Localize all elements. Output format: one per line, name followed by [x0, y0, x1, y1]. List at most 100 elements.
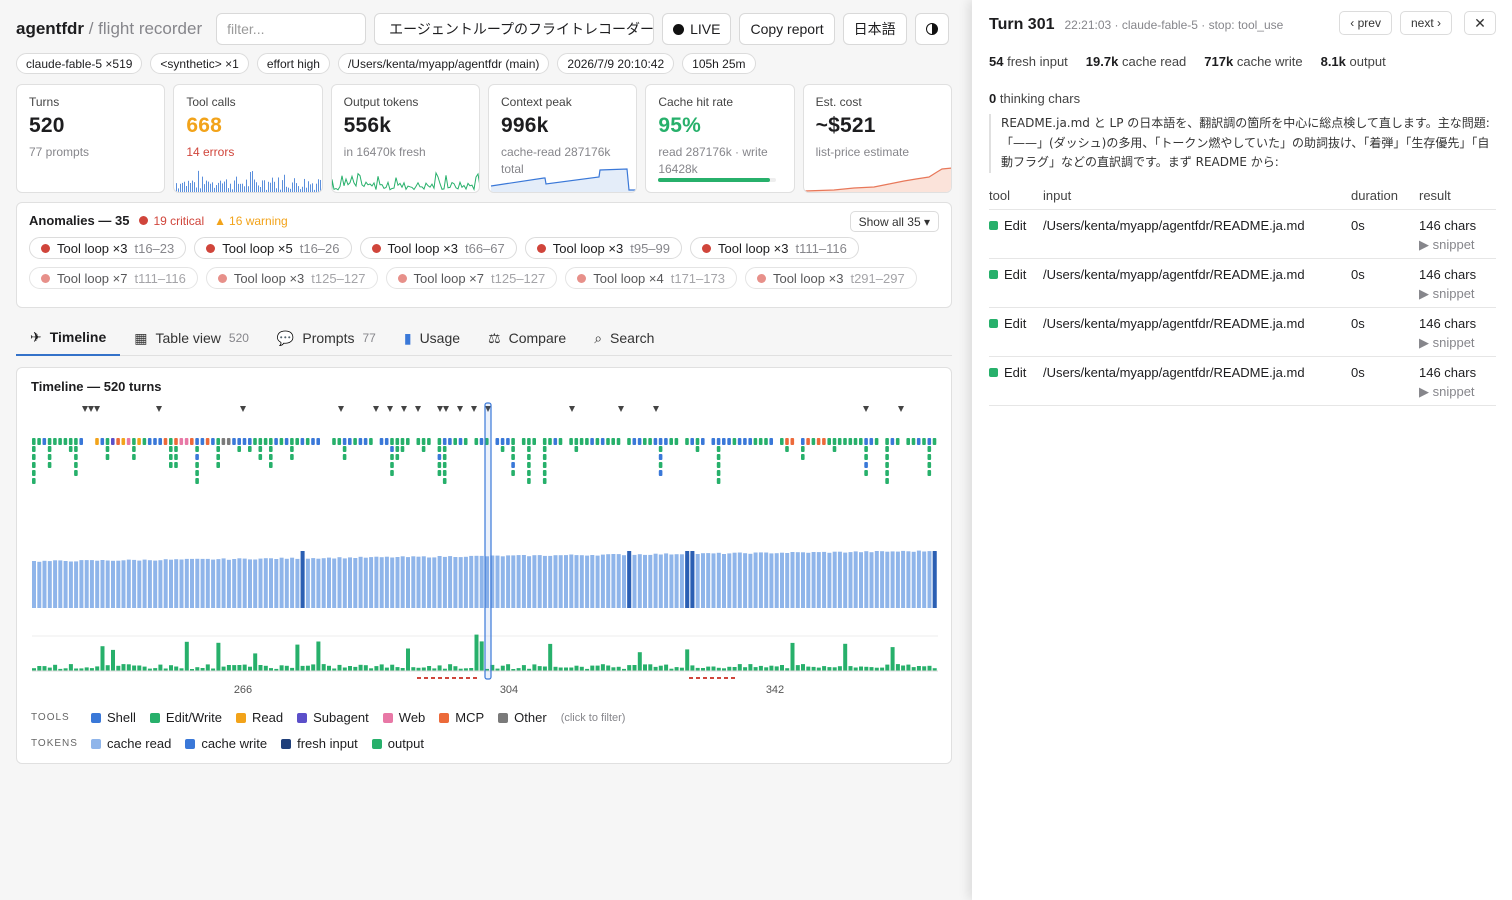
- legend-web[interactable]: Web: [382, 710, 425, 725]
- token-bar: [706, 553, 711, 608]
- tool-call-mark: [843, 438, 847, 445]
- tab-usage[interactable]: ▮ Usage: [390, 320, 474, 356]
- prev-button[interactable]: ‹ prev: [1339, 11, 1392, 35]
- app-title: agentfdr / flight recorder: [16, 19, 202, 39]
- tool-call-mark: [658, 470, 663, 476]
- warning-count: ▲ 16 warning: [214, 214, 288, 228]
- anomaly-chip[interactable]: Tool loop ×3 t125–127: [205, 267, 378, 289]
- token-bar: [137, 560, 142, 608]
- copy-report-label: Copy report: [750, 21, 824, 37]
- live-button[interactable]: LIVE: [662, 13, 732, 45]
- token-bar: [379, 557, 384, 608]
- tool-call-mark: [801, 438, 805, 445]
- snippet-toggle[interactable]: ▶ snippet: [1419, 384, 1496, 400]
- tool-call-mark: [658, 438, 663, 445]
- swatch-icon: [297, 712, 308, 723]
- sparkline-bar: [212, 182, 214, 192]
- table-icon: ▦: [134, 329, 148, 346]
- tab-prompts[interactable]: 💬 Prompts 77: [263, 320, 390, 356]
- marker-icon: [387, 406, 393, 412]
- tool-call-mark: [442, 462, 447, 468]
- anomaly-chip[interactable]: Tool loop ×3 t95–99: [524, 237, 682, 259]
- legend-other[interactable]: Other: [498, 710, 547, 725]
- snippet-toggle[interactable]: ▶ snippet: [1419, 237, 1496, 253]
- tab-compare[interactable]: ⚖ Compare: [474, 320, 580, 356]
- anomaly-chip[interactable]: Tool loop ×4 t171–173: [565, 267, 737, 289]
- output-bar: [837, 666, 842, 671]
- tool-call-mark: [53, 438, 57, 445]
- result-cell: 146 chars ▶ snippet: [1419, 267, 1496, 307]
- token-bar: [527, 556, 532, 608]
- anomaly-chip[interactable]: Tool loop ×5 t16–26: [194, 237, 352, 259]
- theme-toggle-button[interactable]: [914, 13, 949, 45]
- output-bar: [574, 665, 579, 671]
- token-bar-write: [690, 551, 695, 608]
- legend-cache-read[interactable]: cache read: [91, 736, 171, 751]
- language-button[interactable]: 日本語: [842, 13, 907, 45]
- token-bar: [548, 555, 553, 608]
- legend-fresh-input[interactable]: fresh input: [281, 736, 358, 751]
- session-select[interactable]: エージェントループのフライトレコーダー▾: [374, 13, 655, 45]
- legend-read[interactable]: Read: [236, 710, 283, 725]
- anomaly-chip[interactable]: Tool loop ×3 t291–297: [744, 267, 917, 289]
- filter-input[interactable]: [216, 13, 367, 45]
- tool-call-mark: [832, 446, 837, 452]
- anomaly-chip[interactable]: Tool loop ×3 t16–23: [29, 237, 187, 259]
- close-button[interactable]: ✕: [1464, 11, 1496, 35]
- output-bar: [95, 666, 100, 671]
- next-button[interactable]: next ›: [1399, 11, 1452, 35]
- output-bar: [890, 647, 895, 671]
- token-bar: [664, 553, 669, 608]
- tool-call-mark: [648, 438, 652, 445]
- cost-sparkline: [803, 167, 951, 192]
- tool-call-mark: [616, 438, 621, 445]
- usage-cache-write: 717k cache write: [1204, 54, 1302, 69]
- anomaly-chip[interactable]: Tool loop ×3 t111–116: [690, 237, 859, 259]
- tab-table-view[interactable]: ▦ Table view 520: [120, 320, 263, 356]
- token-bar: [911, 551, 916, 608]
- output-bar: [116, 665, 121, 671]
- tool-call-mark: [190, 438, 194, 445]
- token-bar: [358, 556, 363, 608]
- tool-call-mark: [637, 438, 642, 445]
- legend-mcp[interactable]: MCP: [439, 710, 484, 725]
- token-bar-write: [685, 551, 690, 608]
- snippet-toggle[interactable]: ▶ snippet: [1419, 286, 1496, 302]
- copy-report-button[interactable]: Copy report: [739, 13, 835, 45]
- legend-label: Other: [514, 710, 547, 725]
- output-bar: [643, 664, 647, 671]
- snippet-toggle[interactable]: ▶ snippet: [1419, 335, 1496, 351]
- anomaly-chip[interactable]: Tool loop ×7 t125–127: [385, 267, 558, 289]
- token-bar: [922, 551, 927, 608]
- tool-call-mark: [542, 446, 547, 452]
- tab-search[interactable]: ⌕ Search: [580, 320, 668, 356]
- anomaly-range: t125–127: [491, 270, 546, 286]
- token-bar: [132, 559, 137, 608]
- sparkline-bar: [226, 179, 228, 192]
- main-pane: agentfdr / flight recorder エージェントループのフライ…: [0, 0, 972, 900]
- tool-call-mark: [474, 438, 479, 445]
- legend-subagent[interactable]: Subagent: [297, 710, 369, 725]
- marker-icon: [898, 406, 904, 412]
- tool-call-mark: [463, 438, 468, 445]
- anomaly-chip[interactable]: Tool loop ×7 t111–116: [29, 267, 198, 289]
- critical-dot-icon: [206, 243, 216, 253]
- language-label: 日本語: [853, 21, 896, 37]
- legend-edit-write[interactable]: Edit/Write: [149, 710, 222, 725]
- tab-timeline[interactable]: ✈ Timeline: [16, 320, 121, 356]
- anomaly-range: t111–116: [795, 240, 847, 256]
- tool-call-mark: [927, 446, 932, 452]
- legend-cache-write[interactable]: cache write: [185, 736, 267, 751]
- token-bar: [906, 551, 911, 608]
- token-bar: [737, 552, 742, 608]
- output-bar: [142, 666, 147, 671]
- anomaly-chip[interactable]: Tool loop ×3 t66–67: [359, 237, 517, 259]
- timeline-chart[interactable]: 266 304 342: [17, 368, 953, 765]
- legend-output[interactable]: output: [371, 736, 424, 751]
- legend-shell[interactable]: Shell: [91, 710, 136, 725]
- tab-label: Timeline: [49, 329, 107, 345]
- show-all-button[interactable]: Show all 35 ▾: [849, 211, 939, 232]
- tool-call-mark: [427, 438, 431, 445]
- tool-call-mark: [337, 438, 342, 445]
- tool-call-mark: [421, 438, 426, 445]
